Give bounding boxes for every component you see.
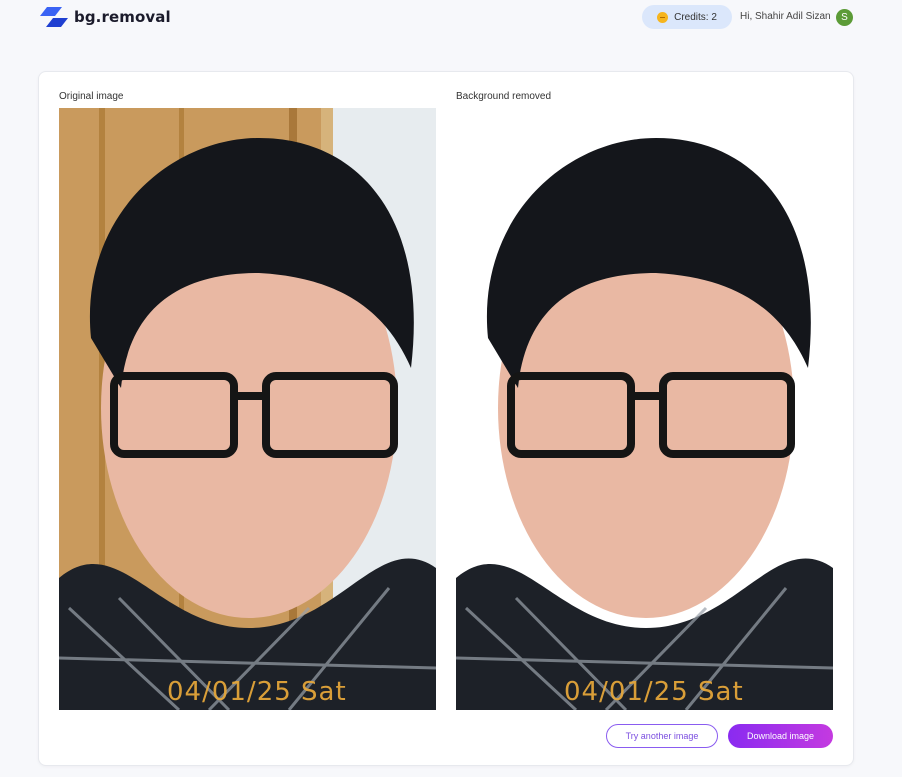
top-header: bg.removal Credits: 2 Hi, Shahir Adil Si… [0,0,902,36]
logo[interactable]: bg.removal [40,7,171,27]
photo-date-stamp-removed: 04/01/25 Sat [564,677,744,707]
coin-icon [657,11,669,23]
credits-badge[interactable]: Credits: 2 [642,5,732,29]
original-image: 04/01/25 Sat [59,108,436,710]
result-card: Original image Background removed 04/01/… [38,71,854,766]
original-image-label: Original image [59,91,124,102]
avatar[interactable]: S [836,9,853,26]
bg-removal-logo-icon [40,7,68,27]
download-image-button[interactable]: Download image [728,724,833,748]
user-greeting: Hi, Shahir Adil Sizan [740,11,831,22]
photo-date-stamp: 04/01/25 Sat [167,677,347,707]
logo-text: bg.removal [74,8,171,26]
background-removed-label: Background removed [456,91,552,102]
background-removed-image: 04/01/25 Sat [456,108,833,710]
credits-label: Credits: 2 [674,11,717,23]
try-another-image-button[interactable]: Try another image [606,724,718,748]
